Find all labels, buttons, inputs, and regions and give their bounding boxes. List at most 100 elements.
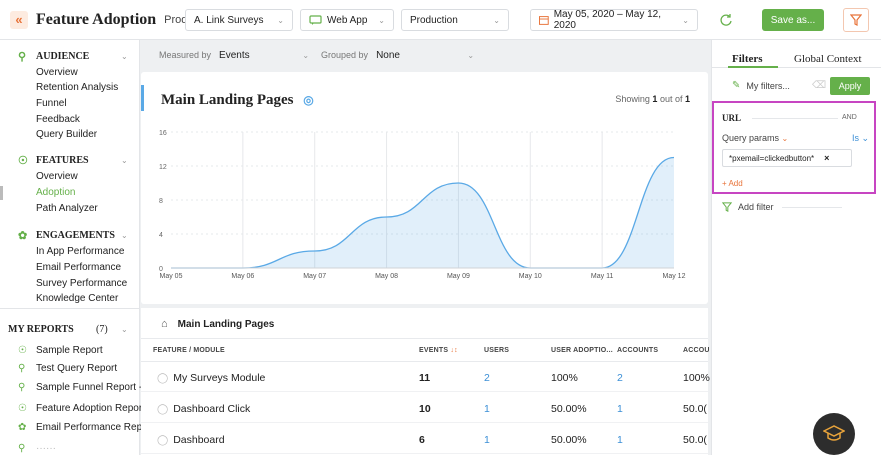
sidebar-item-feedback[interactable]: Feedback <box>36 114 80 125</box>
chevron-down-icon: ⌄ <box>493 15 500 25</box>
sidebar-divider <box>0 308 140 309</box>
table-row[interactable]: ◯ Dashboard Click 10 1 50.00% 1 50.0( <box>141 393 708 423</box>
refresh-icon <box>720 14 732 26</box>
x-tick-label: May 09 <box>447 273 470 280</box>
column-header-events[interactable]: EVENTS ↓↕ <box>419 347 458 354</box>
table-title: ⌂ Main Landing Pages <box>161 318 275 330</box>
tab-global-context[interactable]: Global Context <box>794 53 862 65</box>
date-range-select[interactable]: May 05, 2020 – May 12, 2020 ⌄ <box>530 9 698 31</box>
table-row[interactable]: ◯ My Surveys Module 11 2 100% 2 100% <box>141 362 710 392</box>
tab-filters[interactable]: Filters <box>732 53 763 65</box>
sidebar-item-path-analyzer[interactable]: Path Analyzer <box>36 203 98 214</box>
page-title: Feature Adoption <box>36 10 157 28</box>
column-header-users[interactable]: USERS <box>484 347 509 354</box>
column-header-user-adoption[interactable]: USER ADOPTIO... <box>551 347 613 354</box>
sidebar-section-features[interactable]: ☉ FEATURES ⌄ <box>18 154 128 167</box>
refresh-button[interactable] <box>711 8 741 32</box>
chevron-down-icon: ⌄ <box>682 15 689 25</box>
operator-select[interactable]: Is ⌄ <box>852 133 869 144</box>
x-tick-label: May 05 <box>160 273 183 280</box>
sort-icon: ↓↕ <box>450 347 458 354</box>
sidebar-item-funnel[interactable]: Funnel <box>36 98 67 109</box>
active-tab-indicator <box>728 66 778 68</box>
features-icon: ☉ <box>18 155 28 167</box>
sidebar-section-my-reports[interactable]: MY REPORTS (7) ⌄ <box>8 324 128 335</box>
url-filter-box: URL AND Query params ⌄ Is ⌄ *pxemail=cli… <box>712 101 876 194</box>
table-row[interactable]: ◯ Dashboard 6 1 50.00% 1 50.0( <box>141 424 708 454</box>
grouped-by-select[interactable]: None ⌄ <box>376 50 474 61</box>
report-item[interactable]: ⚲ Sample Funnel Report - ... <box>18 382 153 393</box>
report-item[interactable]: ⚲ Test Query Report <box>18 363 117 374</box>
sidebar-item-knowledge-center[interactable]: Knowledge Center <box>36 293 118 304</box>
features-icon: ☉ <box>18 403 27 414</box>
trash-icon[interactable]: ⌫ <box>812 80 826 91</box>
engagements-icon: ✿ <box>18 230 28 242</box>
sidebar-item-survey-performance[interactable]: Survey Performance <box>36 278 127 289</box>
table-header: FEATURE / MODULE EVENTS ↓↕ USERS USER AD… <box>141 338 710 362</box>
column-header-feature[interactable]: FEATURE / MODULE <box>153 347 225 354</box>
chat-icon <box>309 15 322 25</box>
engagements-icon: ✿ <box>18 422 27 433</box>
chevron-down-icon: ⌄ <box>121 156 128 165</box>
sidebar-item-email-performance[interactable]: Email Performance <box>36 262 121 273</box>
users-icon: ⚲ <box>18 382 26 393</box>
report-item[interactable]: ☉ Feature Adoption Report <box>18 403 145 414</box>
sidebar: ⚲ AUDIENCE ⌄ Overview Retention Analysis F… <box>0 40 153 455</box>
active-indicator <box>0 186 3 200</box>
environment-select[interactable]: Production ⌄ <box>401 9 509 31</box>
chevron-left-icon: « <box>15 12 23 27</box>
add-value-link[interactable]: + Add <box>722 179 743 188</box>
measured-by-label: Measured by <box>159 50 212 60</box>
and-label[interactable]: AND <box>842 114 857 121</box>
my-filters-button[interactable]: ✎ My filters... <box>732 80 790 91</box>
product-select[interactable]: A. Link Surveys ⌄ <box>185 9 293 31</box>
filter-value-chip: *pxemail=clickedbutton* × <box>722 149 852 167</box>
report-item[interactable]: ☉ Sample Report <box>18 345 103 356</box>
area-fill <box>171 157 674 268</box>
sidebar-section-engagements[interactable]: ✿ ENGAGEMENTS ⌄ <box>18 229 128 242</box>
x-tick-label: May 11 <box>591 273 614 280</box>
tag-icon: ◯ <box>157 373 169 384</box>
calendar-icon <box>539 16 549 25</box>
save-as-button[interactable]: Save as... <box>762 9 824 31</box>
app-select[interactable]: Web App ⌄ <box>300 9 394 31</box>
filter-toggle-button[interactable] <box>843 8 869 32</box>
measured-by-select[interactable]: Events ⌄ <box>219 50 309 61</box>
funnel-icon <box>722 202 732 212</box>
users-icon: ⚲ <box>18 51 27 63</box>
x-tick-label: May 12 <box>663 273 686 280</box>
add-filter-button[interactable]: Add filter <box>722 202 842 212</box>
chevron-down-icon: ⌄ <box>861 133 870 143</box>
close-icon[interactable]: × <box>824 153 829 163</box>
chevron-down-icon: ⌄ <box>277 15 284 25</box>
apply-button[interactable]: Apply <box>830 77 870 95</box>
report-item-partial[interactable]: ⚲ ······ <box>18 443 56 454</box>
y-tick-label: 16 <box>159 130 167 137</box>
sidebar-item-retention-analysis[interactable]: Retention Analysis <box>36 82 118 93</box>
x-tick-label: May 10 <box>519 273 542 280</box>
x-tick-label: May 08 <box>375 273 398 280</box>
sidebar-item-query-builder[interactable]: Query Builder <box>36 129 97 140</box>
x-tick-label: May 07 <box>303 273 326 280</box>
sidebar-item-overview[interactable]: Overview <box>36 67 78 78</box>
filters-panel: Filters Global Context ✎ My filters... ⌫… <box>711 40 881 455</box>
sidebar-section-audience[interactable]: ⚲ AUDIENCE ⌄ <box>18 50 128 63</box>
back-button[interactable]: « <box>10 10 28 29</box>
x-tick-label: May 06 <box>231 273 254 280</box>
column-header-accounts[interactable]: ACCOUNTS <box>617 347 658 354</box>
sidebar-item-adoption[interactable]: Adoption <box>36 187 75 198</box>
sidebar-item-features-overview[interactable]: Overview <box>36 171 78 182</box>
tag-icon: ◯ <box>157 435 169 446</box>
table-card: ⌂ Main Landing Pages FEATURE / MODULE EV… <box>141 308 710 455</box>
help-button[interactable] <box>813 413 855 455</box>
chevron-down-icon: ⌄ <box>378 15 385 25</box>
sidebar-item-in-app-performance[interactable]: In App Performance <box>36 246 124 257</box>
report-item[interactable]: ✿ Email Performance Rep... <box>18 422 151 433</box>
column-header-accounts-pct[interactable]: ACCOU <box>683 347 710 354</box>
chart-card: Main Landing Pages ◎ Showing 1 out of 1 … <box>141 72 708 304</box>
y-tick-label: 0 <box>159 266 163 273</box>
grouped-by-label: Grouped by <box>321 50 369 60</box>
users-icon: ⚲ <box>18 363 26 374</box>
query-params-select[interactable]: Query params ⌄ <box>722 133 788 143</box>
area-chart: 0 4 8 12 16 May 05 May 06 May 07 May 08 May 09 May… <box>159 130 686 280</box>
